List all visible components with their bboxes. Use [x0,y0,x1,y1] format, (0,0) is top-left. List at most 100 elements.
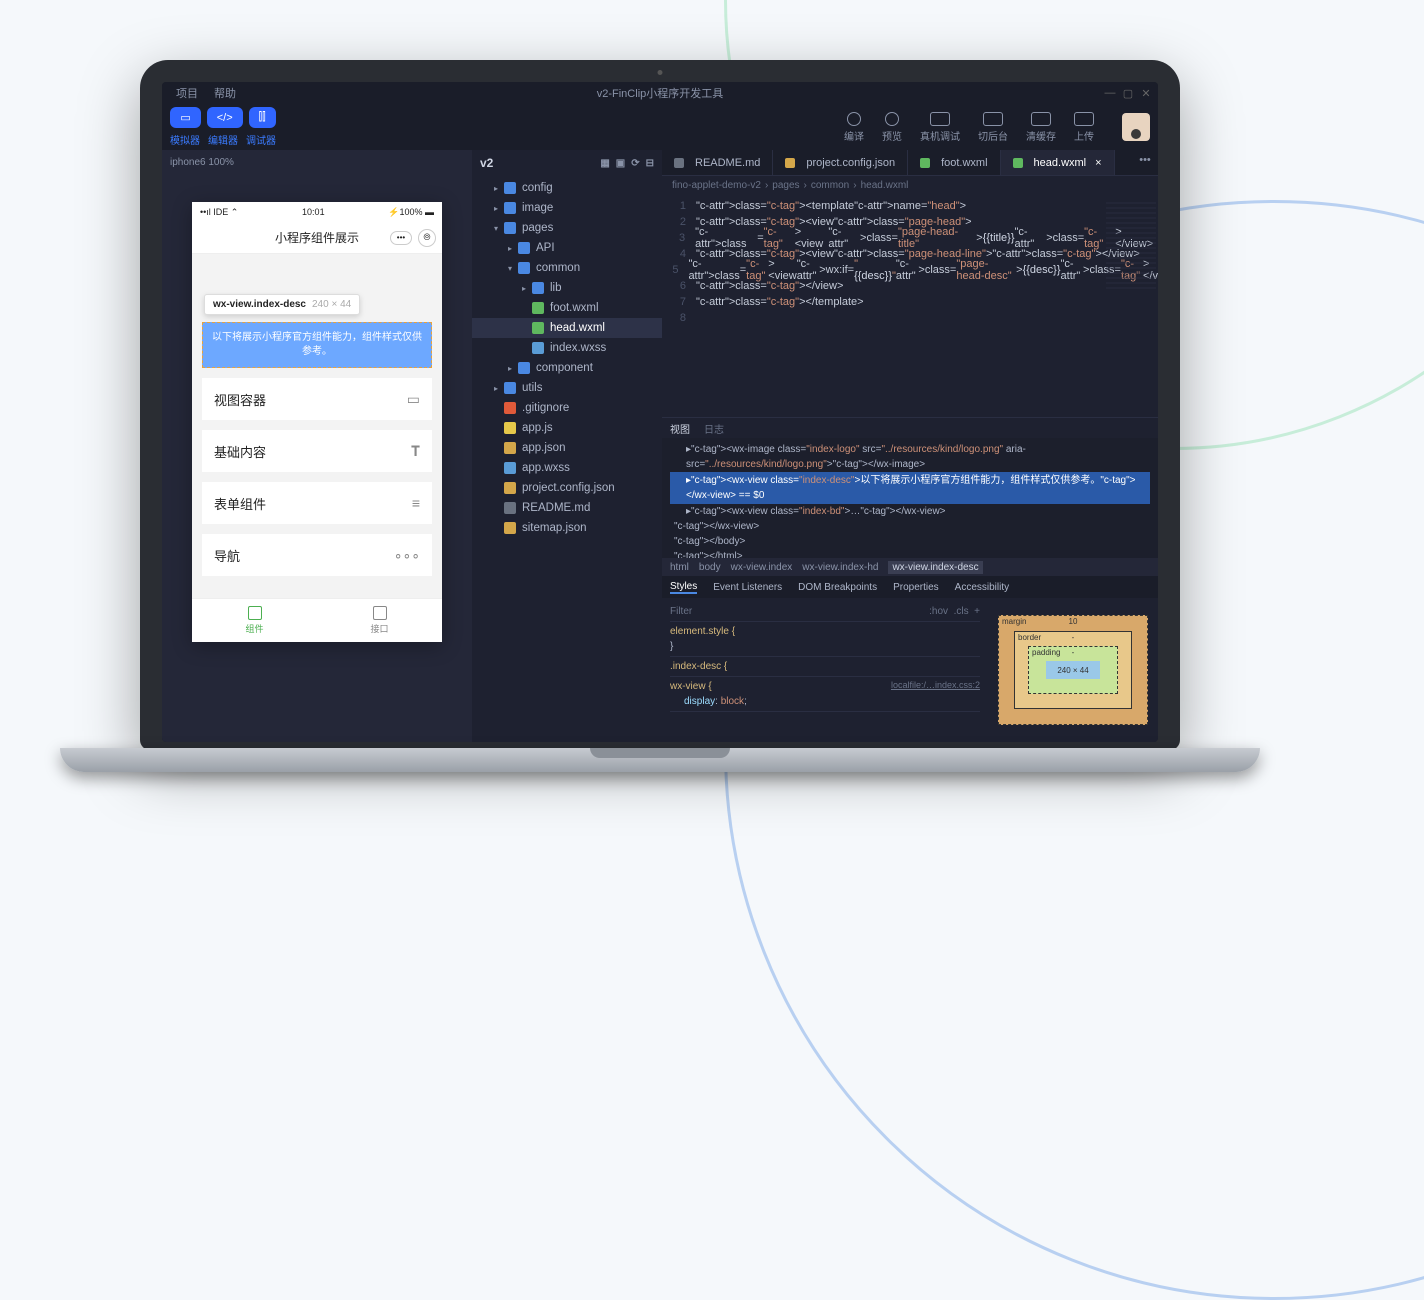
tree-item-foot-wxml[interactable]: foot.wxml [472,298,662,318]
file-icon [504,402,516,414]
style-rule[interactable]: wx-view {localfile:/…index.css:2display:… [670,677,980,712]
code-editor[interactable]: 1"c-attr">class="c-tag"><template "c-att… [662,194,1158,417]
phone-navbar: 小程序组件展示 ••• ⦾ [192,222,442,254]
tree-item-utils[interactable]: ▸utils [472,378,662,398]
tree-item-README-md[interactable]: README.md [472,498,662,518]
tree-item-app-js[interactable]: app.js [472,418,662,438]
breadcrumb-segment[interactable]: common [811,180,849,191]
pill-debugger-icon[interactable]: ⫿⫿ [249,107,276,128]
tree-item-project-config-json[interactable]: project.config.json [472,478,662,498]
tree-item-pages[interactable]: ▾pages [472,218,662,238]
tree-item-component[interactable]: ▸component [472,358,662,378]
sim-list-item[interactable]: 导航∘∘∘ [202,534,432,576]
tree-item-sitemap-json[interactable]: sitemap.json [472,518,662,538]
tree-item-image[interactable]: ▸image [472,198,662,218]
editor-tab[interactable]: foot.wxml [908,150,1000,175]
box-content: 240 × 44 [1046,661,1100,679]
capsule-close-icon[interactable]: ⦾ [418,229,436,247]
styles-panel[interactable]: Filter :hov .cls + element.style {}.inde… [662,598,988,742]
breadcrumb-segment[interactable]: head.wxml [861,180,909,191]
devtools: 视图 日志 ▸"c-tag"><wx-image class="index-lo… [662,417,1158,742]
tree-item-index-wxss[interactable]: index.wxss [472,338,662,358]
tree-item-app-wxss[interactable]: app.wxss [472,458,662,478]
tool-background[interactable]: 切后台 [978,112,1008,143]
tab-component[interactable]: 组件 [192,599,317,642]
add-rule-icon[interactable]: + [974,606,980,617]
editor-area: README.mdproject.config.jsonfoot.wxmlhea… [662,150,1158,742]
style-rule[interactable]: .index-desc {</span></div><div style="pa… [670,657,980,677]
styles-filter-input[interactable]: Filter [670,604,692,619]
dt-tab-log[interactable]: 日志 [704,421,724,436]
dom-node[interactable]: "c-tag"></body> [670,534,1150,549]
dom-crumb[interactable]: wx-view.index-desc [888,561,982,574]
tree-item-head-wxml[interactable]: head.wxml [472,318,662,338]
tool-compile[interactable]: 编译 [844,112,864,143]
sim-list-item[interactable]: 视图容器▭ [202,378,432,420]
dom-node[interactable]: ▸"c-tag"><wx-image class="index-logo" sr… [670,442,1150,472]
chevron-icon: ▸ [494,204,504,213]
minimap[interactable] [1106,202,1156,292]
dom-node[interactable]: "c-tag"></html> [670,549,1150,558]
sim-list-item[interactable]: 基础内容𝐓 [202,430,432,472]
menu-project[interactable]: 项目 [168,85,206,101]
close-icon[interactable]: × [1095,157,1101,169]
avatar[interactable] [1122,113,1150,141]
tab-overflow-icon[interactable]: ••• [1136,154,1154,166]
phone-body[interactable]: wx-view.index-desc240 × 44 以下将展示小程序官方组件能… [192,254,442,598]
style-tab[interactable]: Properties [893,582,939,593]
editor-tab[interactable]: README.md [662,150,773,175]
dom-node[interactable]: ▸"c-tag"><wx-view class="index-desc">以下将… [670,472,1150,504]
style-rule[interactable]: element.style {} [670,622,980,657]
tree-item-app-json[interactable]: app.json [472,438,662,458]
inspected-element[interactable]: 以下将展示小程序官方组件能力，组件样式仅供参考。 [202,322,432,368]
breadcrumb-segment[interactable]: pages [772,180,799,191]
file-icon [504,202,516,214]
capsule-menu-icon[interactable]: ••• [390,231,412,245]
breadcrumb-segment[interactable]: fino-applet-demo-v2 [672,180,761,191]
tab-api[interactable]: 接口 [317,599,442,642]
style-tab[interactable]: Styles [670,581,697,594]
style-tab[interactable]: DOM Breakpoints [798,582,877,593]
dom-crumb[interactable]: wx-view.index [731,562,793,573]
pill-editor-icon[interactable]: </> [207,107,243,128]
dom-node[interactable]: ▸"c-tag"><wx-view class="index-bd">…"c-t… [670,504,1150,519]
tree-item-lib[interactable]: ▸lib [472,278,662,298]
tool-preview[interactable]: 预览 [882,112,902,143]
trash-icon [1031,112,1051,126]
cls-toggle[interactable]: .cls [954,606,969,617]
tool-remote[interactable]: 真机调试 [920,112,960,143]
tree-item-API[interactable]: ▸API [472,238,662,258]
compile-icon [847,112,861,126]
hov-toggle[interactable]: :hov [929,606,948,617]
phone-preview: ••ıl IDE ⌃ 10:01 ⚡100% ▬ 小程序组件展示 ••• ⦾ w… [192,202,442,642]
dom-tree[interactable]: ▸"c-tag"><wx-image class="index-logo" sr… [662,438,1158,558]
collapse-icon[interactable]: ⊟ [646,158,654,169]
tree-item--gitignore[interactable]: .gitignore [472,398,662,418]
new-folder-icon[interactable]: ▣ [616,158,625,169]
tree-item-config[interactable]: ▸config [472,178,662,198]
refresh-icon[interactable]: ⟳ [631,158,639,169]
dom-crumb[interactable]: html [670,562,689,573]
window-maximize-icon[interactable]: ▢ [1122,87,1134,100]
dom-node[interactable]: "c-tag"></wx-view> [670,519,1150,534]
dom-crumb[interactable]: body [699,562,721,573]
editor-tab[interactable]: head.wxml × [1001,150,1115,175]
phone-statusbar: ••ıl IDE ⌃ 10:01 ⚡100% ▬ [192,202,442,222]
new-file-icon[interactable]: ▦ [600,158,609,169]
style-tab[interactable]: Accessibility [955,582,1009,593]
explorer-header: v2 ▦ ▣ ⟳ ⊟ [472,150,662,176]
window-close-icon[interactable]: ✕ [1140,87,1152,100]
tool-upload[interactable]: 上传 [1074,112,1094,143]
window-minimize-icon[interactable]: — [1104,87,1116,100]
pill-editor-label: 编辑器 [208,132,238,147]
file-icon [518,362,530,374]
dt-tab-view[interactable]: 视图 [670,421,690,436]
style-tab[interactable]: Event Listeners [713,582,782,593]
menu-help[interactable]: 帮助 [206,85,244,101]
editor-tab[interactable]: project.config.json [773,150,908,175]
tool-clear[interactable]: 清缓存 [1026,112,1056,143]
dom-crumb[interactable]: wx-view.index-hd [802,562,878,573]
tree-item-common[interactable]: ▾common [472,258,662,278]
pill-simulator-icon[interactable]: ▭ [170,107,200,128]
sim-list-item[interactable]: 表单组件≡ [202,482,432,524]
